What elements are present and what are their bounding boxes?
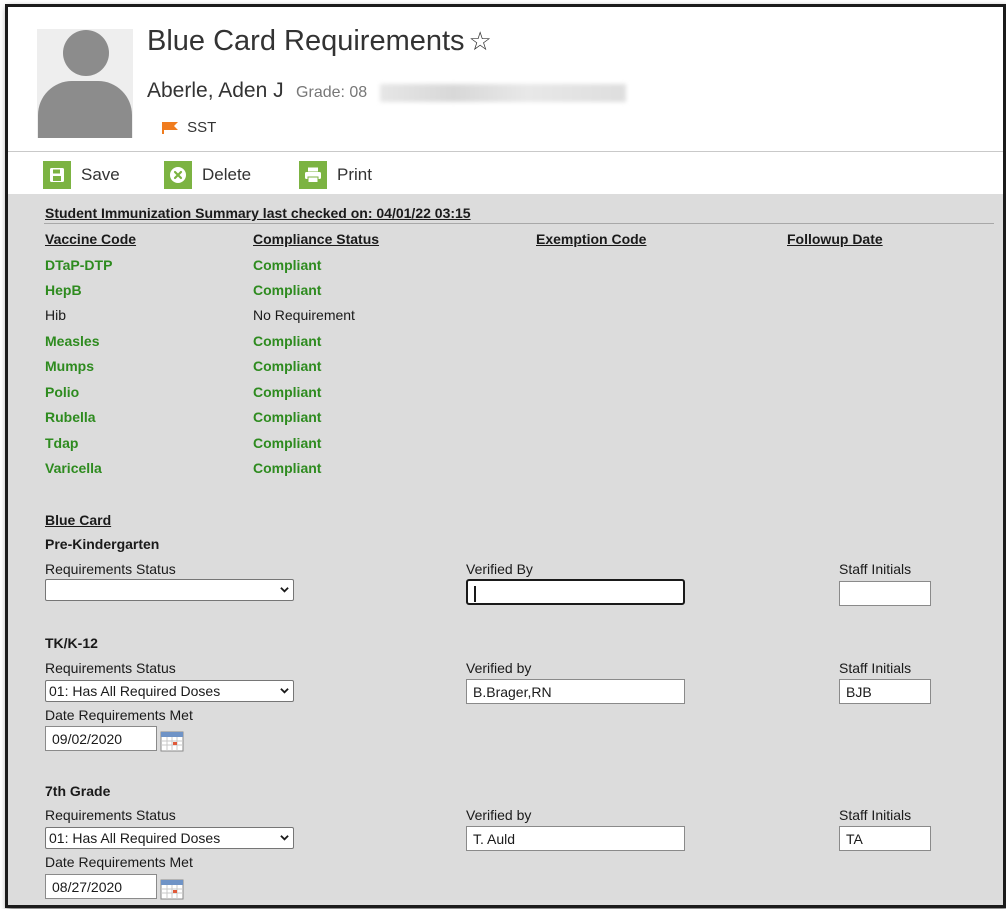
prek-staff-initials-label: Staff Initials <box>839 561 912 577</box>
print-label: Print <box>337 165 372 184</box>
delete-icon <box>164 161 192 189</box>
prek-verified-by-label: Verified By <box>466 561 533 577</box>
g7-requirements-status-select[interactable]: 01: Has All Required Doses <box>45 827 294 849</box>
vaccine-code-mumps[interactable]: Mumps <box>45 358 94 374</box>
vaccine-code-rubella[interactable]: Rubella <box>45 409 96 425</box>
prek-requirements-status-label: Requirements Status <box>45 561 176 577</box>
chevron-down-icon <box>280 688 289 694</box>
summary-divider <box>44 223 994 224</box>
g7-requirements-status-label: Requirements Status <box>45 807 176 823</box>
tk-verified-by-input[interactable]: B.Brager,RN <box>466 679 685 704</box>
flag-label: SST <box>187 119 217 136</box>
vaccine-code-measles[interactable]: Measles <box>45 333 99 349</box>
compliance-status-polio: Compliant <box>253 384 322 400</box>
g7-verified-by-input[interactable]: T. Auld <box>466 826 685 851</box>
g7-date-met-input[interactable]: 08/27/2020 <box>45 874 157 899</box>
tk-date-met-label: Date Requirements Met <box>45 707 193 723</box>
delete-label: Delete <box>202 165 252 184</box>
compliance-status-hib: No Requirement <box>253 307 355 323</box>
avatar-head <box>63 30 109 76</box>
tk-requirements-status-label: Requirements Status <box>45 660 176 676</box>
app-window: Blue Card Requirements ☆ Aberle, Aden J G… <box>5 4 1006 908</box>
tk-date-met-input[interactable]: 09/02/2020 <box>45 726 157 751</box>
section-7th-grade: 7th Grade <box>45 783 111 799</box>
g7-staff-initials-input[interactable]: TA <box>839 826 931 851</box>
redacted-student-id <box>379 83 626 102</box>
col-header-exemption-code: Exemption Code <box>536 231 647 247</box>
compliance-status-measles: Compliant <box>253 333 322 349</box>
print-button[interactable]: Print <box>299 161 372 189</box>
vaccine-code-hib: Hib <box>45 307 67 323</box>
flag-icon <box>162 122 178 135</box>
save-button[interactable]: Save <box>43 161 120 189</box>
tk-requirements-status-select[interactable]: 01: Has All Required Doses <box>45 680 294 702</box>
vaccine-code-polio[interactable]: Polio <box>45 384 79 400</box>
page-header: Blue Card Requirements ☆ Aberle, Aden J G… <box>8 7 1003 152</box>
student-flag[interactable]: SST <box>162 119 216 136</box>
student-name: Aberle, Aden J <box>147 79 284 102</box>
prek-staff-initials-input[interactable] <box>839 581 931 606</box>
save-icon <box>43 161 71 189</box>
vaccine-code-tdap[interactable]: Tdap <box>45 435 78 451</box>
summary-checked-label: Student Immunization Summary last checke… <box>45 205 471 221</box>
compliance-status-hepb: Compliant <box>253 282 322 298</box>
grade-label: Grade: 08 <box>296 84 368 101</box>
chevron-down-icon <box>280 835 289 841</box>
vaccine-code-dtap[interactable]: DTaP-DTP <box>45 257 112 273</box>
print-icon <box>299 161 327 189</box>
vaccine-code-hepb[interactable]: HepB <box>45 282 82 298</box>
vaccine-code-varicella[interactable]: Varicella <box>45 460 102 476</box>
page-title: Blue Card Requirements <box>147 25 465 57</box>
immunization-content: Student Immunization Summary last checke… <box>8 194 1003 905</box>
compliance-status-dtap: Compliant <box>253 257 322 273</box>
star-icon[interactable]: ☆ <box>469 26 492 56</box>
compliance-status-varicella: Compliant <box>253 460 322 476</box>
page-title-row: Blue Card Requirements ☆ <box>147 25 492 58</box>
compliance-status-tdap: Compliant <box>253 435 322 451</box>
section-pre-kindergarten: Pre-Kindergarten <box>45 536 160 552</box>
save-label: Save <box>81 165 120 184</box>
g7-verified-by-label: Verified by <box>466 807 532 823</box>
col-header-vaccine-code: Vaccine Code <box>45 231 137 247</box>
calendar-icon[interactable] <box>160 878 184 900</box>
tk-verified-by-label: Verified by <box>466 660 532 676</box>
text-caret <box>474 586 476 603</box>
blue-card-heading: Blue Card <box>45 512 112 528</box>
compliance-status-rubella: Compliant <box>253 409 322 425</box>
avatar-body <box>38 81 132 138</box>
g7-staff-initials-label: Staff Initials <box>839 807 912 823</box>
avatar <box>37 29 133 138</box>
tk-staff-initials-label: Staff Initials <box>839 660 912 676</box>
prek-requirements-status-select[interactable] <box>45 579 294 601</box>
toolbar: Save Delete Print <box>8 152 1003 194</box>
g7-date-met-label: Date Requirements Met <box>45 854 193 870</box>
col-header-followup-date: Followup Date <box>787 231 883 247</box>
prek-verified-by-input[interactable] <box>466 579 685 605</box>
student-info: Aberle, Aden J Grade: 08 <box>147 79 626 103</box>
tk-staff-initials-input[interactable]: BJB <box>839 679 931 704</box>
section-tk-k12: TK/K-12 <box>45 635 98 651</box>
chevron-down-icon <box>280 587 289 593</box>
delete-button[interactable]: Delete <box>164 161 251 189</box>
compliance-status-mumps: Compliant <box>253 358 322 374</box>
calendar-icon[interactable] <box>160 730 184 752</box>
col-header-compliance-status: Compliance Status <box>253 231 380 247</box>
